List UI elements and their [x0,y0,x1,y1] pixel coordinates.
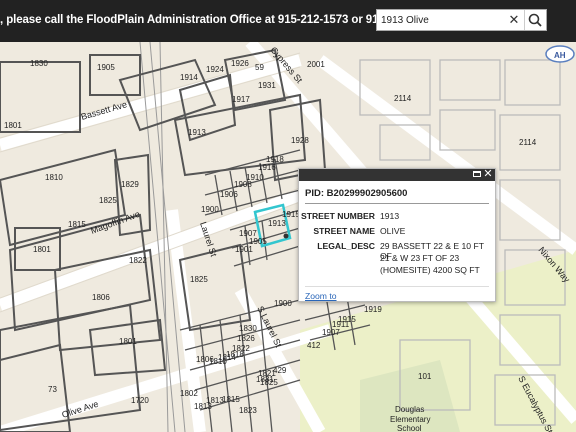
search-button[interactable] [525,10,546,30]
popup-footer-divider [305,286,489,287]
svg-text:AH: AH [554,51,566,60]
search-input[interactable] [381,12,501,28]
parcel-number-label: 1913 [268,219,286,228]
parcel-number-label: 1823 [239,406,257,415]
parcel-number-label: 1915 [338,315,356,324]
parcel-number-label: 2114 [519,138,537,147]
parcel-number-label: 1917 [232,95,250,104]
parcel-number-label: 1926 [231,59,249,68]
field-value-legal-desc-line3: (HOMESITE) 4200 SQ FT [380,265,480,275]
parcel-number-label: 1900 [201,205,219,214]
popup-title: PID: B20299902905600 [305,188,408,199]
parcel-number-label: 2001 [307,60,325,69]
zoom-to-link[interactable]: Zoom to [305,291,337,301]
parcel-number-label: 1813 [194,402,212,411]
parcel-number-label: 1914 [180,73,198,82]
parcel-number-label: 1905 [97,63,115,72]
search-icon [528,13,542,27]
field-value-street-name: OLIVE [380,226,406,236]
field-value-street-number: 1913 [380,211,400,221]
parcel-number-label: 1801 [119,337,137,346]
parcel-number-label: 1825 [190,275,208,284]
field-label-street-name: STREET NAME [313,226,375,236]
parcel-number-label: 1826 [237,334,255,343]
highway-shield-icon: AH [545,45,575,63]
parcel-number-label: 1830 [239,324,257,333]
parcel-number-label: 1931 [258,81,276,90]
parcel-number-label: 59 [255,63,264,72]
field-label-legal-desc: LEGAL_DESC [317,241,375,251]
parcel-number-label: 1901 [235,245,253,254]
parcel-number-label: 1822 [129,256,147,265]
parcel-number-label: 1802 [180,389,198,398]
clear-search-icon[interactable]: ✕ [507,12,521,28]
parcel-number-label: 1825 [99,196,117,205]
parcel-number-label: 2114 [394,94,412,103]
parcel-number-label: 1913 [188,128,206,137]
notice-text: , please call the FloodPlain Administrat… [0,14,440,26]
parcel-number-label: 1906 [220,190,238,199]
parcel-number-label: 73 [48,385,57,394]
field-label-street-number: STREET NUMBER [300,211,375,221]
popup-titlebar: ✕ [299,167,495,181]
parcel-number-label: 1830 [30,59,48,68]
parcel-number-label: 1806 [92,293,110,302]
parcel-number-label: 1916 [258,163,276,172]
parcel-number-label: 429 [273,366,287,375]
parcel-number-label: 1928 [291,136,309,145]
parcel-number-label: 1801 [4,121,22,130]
parcel-number-label: 101 [418,372,432,381]
school-label-line2: Elementary [390,415,430,424]
parcel-number-label: 1907 [322,328,340,337]
maximize-icon[interactable] [473,171,481,177]
school-label-line1: Douglas [395,405,424,414]
parcel-number-label: 1900 [274,299,292,308]
parcel-number-label: 1815 [68,220,86,229]
location-marker [283,233,289,239]
parcel-number-label: 412 [307,341,321,350]
parcel-number-label: 1720 [131,396,149,405]
parcel-number-label: 1908 [234,180,252,189]
parcel-number-label: 1806 [196,355,214,364]
parcel-number-label: 1801 [33,245,51,254]
parcel-popup: ✕ PID: B20299902905600 STREET NUMBER 191… [298,168,496,302]
popup-divider [305,203,489,204]
search-box[interactable]: ✕ [376,9,547,31]
parcel-number-label: 1810 [45,173,63,182]
school-label-line3: School [397,424,422,432]
field-value-legal-desc-line2: 21 & W 23 FT OF 23 [380,253,460,263]
close-icon[interactable]: ✕ [483,167,493,181]
parcel-number-label: 1919 [364,305,382,314]
parcel-number-label: 1815 [222,395,240,404]
parcel-number-label: 1924 [206,65,224,74]
parcel-number-label: 1829 [121,180,139,189]
parcel-number-label: 1831 [256,375,274,384]
